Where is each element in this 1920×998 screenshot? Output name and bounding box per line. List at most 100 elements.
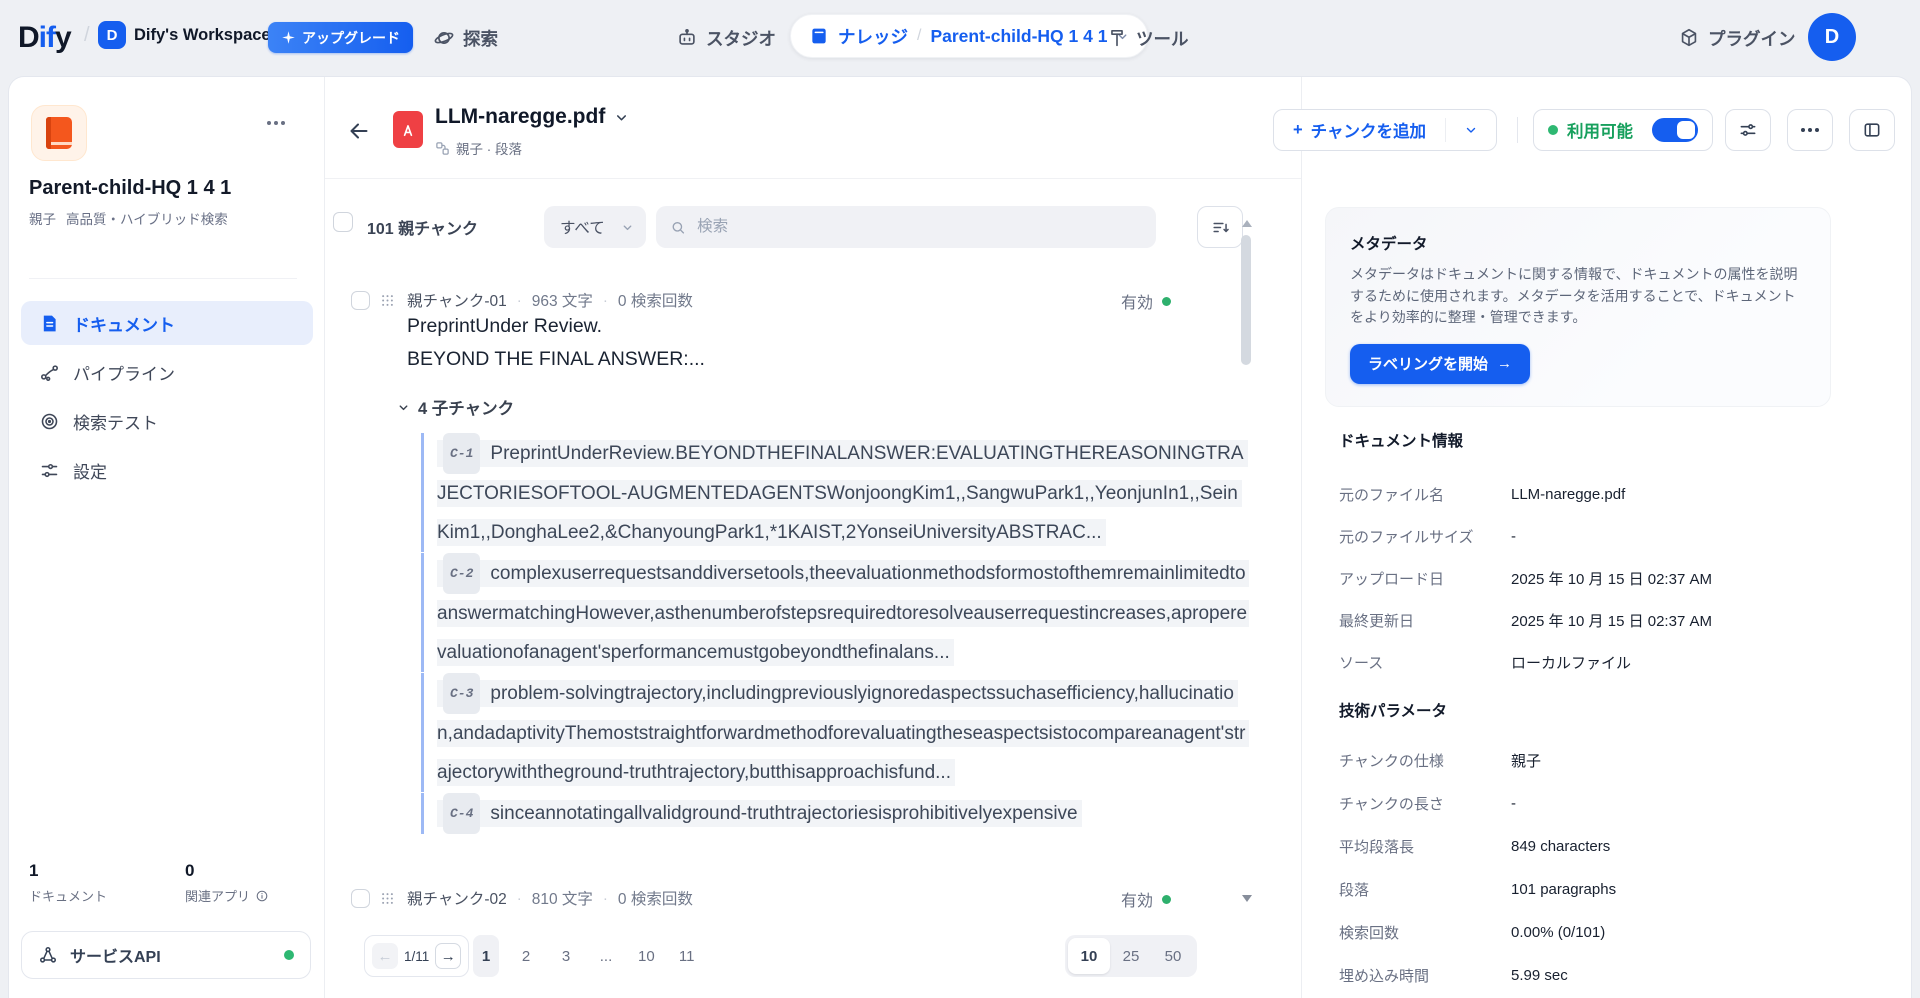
add-chunk-split-button: + チャンクを追加: [1273, 109, 1497, 151]
child-chunk[interactable]: C-1PreprintUnderReview.BEYONDTHEFINALANS…: [421, 433, 1249, 552]
status-label: 有効: [1121, 289, 1153, 313]
chunk-status: 有効: [1075, 887, 1171, 911]
sort-button[interactable]: [1197, 206, 1243, 248]
document-settings-button[interactable]: [1725, 109, 1771, 151]
chunk-row-header[interactable]: 親チャンク-01 · 963 文字 · 0 検索回数: [351, 289, 693, 311]
page-size-option[interactable]: 50: [1152, 938, 1194, 974]
chunk-checkbox[interactable]: [351, 889, 370, 908]
availability-control: 利用可能: [1533, 109, 1713, 151]
info-icon[interactable]: [255, 889, 269, 903]
pipeline-icon: [39, 362, 60, 383]
document-title-dropdown[interactable]: LLM-naregge.pdf: [435, 105, 629, 129]
service-api-button[interactable]: サービスAPI: [21, 931, 311, 979]
document-more-button[interactable]: [1787, 109, 1833, 151]
info-label: チャンクの仕様: [1339, 750, 1511, 771]
availability-toggle[interactable]: [1652, 118, 1698, 142]
page-number[interactable]: 3: [553, 935, 579, 977]
sidebar-item-label: パイプライン: [73, 360, 175, 385]
sort-icon: [1211, 218, 1230, 237]
toggle-knob: [1677, 121, 1695, 139]
scrollbar-thumb[interactable]: [1241, 235, 1251, 365]
metadata-title: メタデータ: [1350, 232, 1806, 254]
sidebar-item-settings[interactable]: 設定: [21, 448, 313, 492]
sidebar-item-pipeline[interactable]: パイプライン: [21, 350, 313, 394]
dify-logo[interactable]: Dify: [18, 21, 71, 55]
workspace-selector[interactable]: D Dify's Workspace: [98, 21, 293, 49]
api-nodes-icon: [38, 945, 58, 965]
dataset-more-icon[interactable]: [261, 115, 291, 131]
nav-knowledge-breadcrumb[interactable]: ナレッジ / Parent-child-HQ 1 4 1: [790, 14, 1148, 58]
panel-layout-icon: [1862, 120, 1882, 140]
child-chunk[interactable]: C-2complexuserrequestsanddiversetools,th…: [421, 553, 1249, 672]
page-number[interactable]: 2: [513, 935, 539, 977]
page-size-option[interactable]: 25: [1110, 938, 1152, 974]
separator: ·: [517, 292, 522, 309]
child-chunk[interactable]: C-3problem-solvingtrajectory,includingpr…: [421, 673, 1249, 792]
robot-icon: [676, 27, 698, 49]
info-value: ローカルファイル: [1511, 652, 1631, 673]
breadcrumb-dataset-name: Parent-child-HQ 1 4 1: [930, 26, 1107, 47]
dataset-icon: [31, 105, 87, 161]
scroll-up-arrow[interactable]: [1242, 220, 1252, 227]
add-chunk-button[interactable]: + チャンクを追加: [1274, 110, 1445, 150]
status-dot: [1548, 125, 1558, 135]
chunk-filter-select[interactable]: すべて: [544, 206, 646, 248]
info-value: 101 paragraphs: [1511, 881, 1616, 898]
scroll-down-arrow[interactable]: [1242, 895, 1252, 902]
child-chunk-text: problem-solvingtrajectory,includingprevi…: [437, 683, 1245, 783]
page-range: 1/11: [404, 949, 429, 964]
child-chunks-label: 4 子チャンク: [418, 395, 514, 419]
sliders-icon: [39, 460, 60, 481]
info-value: 0.00% (0/101): [1511, 924, 1605, 941]
toggle-panel-button[interactable]: [1849, 109, 1895, 151]
next-page-button[interactable]: →: [435, 943, 461, 969]
start-labeling-button[interactable]: ラベリングを開始 →: [1350, 344, 1530, 384]
info-value: -: [1511, 528, 1516, 545]
nav-studio[interactable]: スタジオ: [676, 23, 776, 53]
logo-part: if: [39, 21, 55, 54]
search-input[interactable]: [695, 217, 1142, 237]
arrow-left-icon: [347, 119, 371, 143]
nav-explore[interactable]: 探索: [433, 23, 498, 53]
add-chunk-menu-button[interactable]: [1446, 110, 1496, 150]
child-chunk[interactable]: C-4sinceannotatingallvalidground-truthtr…: [421, 793, 1249, 834]
sidebar-item-documents[interactable]: ドキュメント: [21, 301, 313, 345]
page-number[interactable]: 11: [674, 935, 700, 977]
chunk-char-count: 810 文字: [532, 887, 593, 909]
plus-icon: +: [1293, 121, 1303, 140]
breadcrumb-slash: /: [84, 24, 90, 47]
page-number[interactable]: 1: [473, 935, 499, 977]
doc-info-title: ドキュメント情報: [1339, 429, 1463, 451]
page-number-list: 1 2 3 ... 10 11: [473, 935, 700, 977]
chunk-preview-line[interactable]: PreprintUnder Review.: [407, 315, 602, 338]
prev-page-button[interactable]: ←: [372, 943, 398, 969]
status-dot: [284, 950, 294, 960]
back-button[interactable]: [339, 111, 379, 151]
info-row: 元のファイル名LLM-naregge.pdf: [1339, 473, 1839, 515]
nav-plugins[interactable]: プラグイン: [1678, 23, 1796, 53]
info-label: 段落: [1339, 879, 1511, 900]
nav-studio-label: スタジオ: [706, 26, 776, 51]
child-chunks-toggle[interactable]: 4 子チャンク: [397, 395, 514, 419]
document-icon: [39, 313, 60, 334]
stat-value: 0: [185, 861, 269, 881]
chunk-preview-line[interactable]: BEYOND THE FINAL ANSWER:...: [407, 348, 705, 371]
page-number[interactable]: 10: [633, 935, 660, 977]
page-size-option[interactable]: 10: [1068, 938, 1110, 974]
content-panel: Parent-child-HQ 1 4 1 親子 高品質・ハイブリッド検索 ドキ…: [8, 76, 1912, 998]
sidebar-item-label: 設定: [73, 458, 107, 483]
info-row: ソースローカルファイル: [1339, 641, 1839, 683]
workspace-badge: D: [98, 21, 126, 49]
nav-tools[interactable]: ツール: [1106, 23, 1189, 53]
child-chunk-list: C-1PreprintUnderReview.BEYONDTHEFINALANS…: [421, 433, 1249, 835]
info-value: 2025 年 10 月 15 日 02:37 AM: [1511, 610, 1712, 631]
dataset-quality-tag: 高品質・ハイブリッド検索: [66, 208, 228, 228]
sidebar-item-retrieval-test[interactable]: 検索テスト: [21, 399, 313, 443]
upgrade-button[interactable]: アップグレード: [268, 22, 413, 53]
chunk-row-header[interactable]: 親チャンク-02 · 810 文字 · 0 検索回数: [351, 887, 693, 909]
tech-params-list: チャンクの仕様親子 チャンクの長さ- 平均段落長849 characters 段…: [1339, 739, 1839, 997]
chunk-checkbox[interactable]: [351, 291, 370, 310]
select-all-checkbox[interactable]: [333, 212, 353, 232]
drag-grid-icon: [380, 293, 395, 308]
user-avatar[interactable]: D: [1808, 13, 1856, 61]
